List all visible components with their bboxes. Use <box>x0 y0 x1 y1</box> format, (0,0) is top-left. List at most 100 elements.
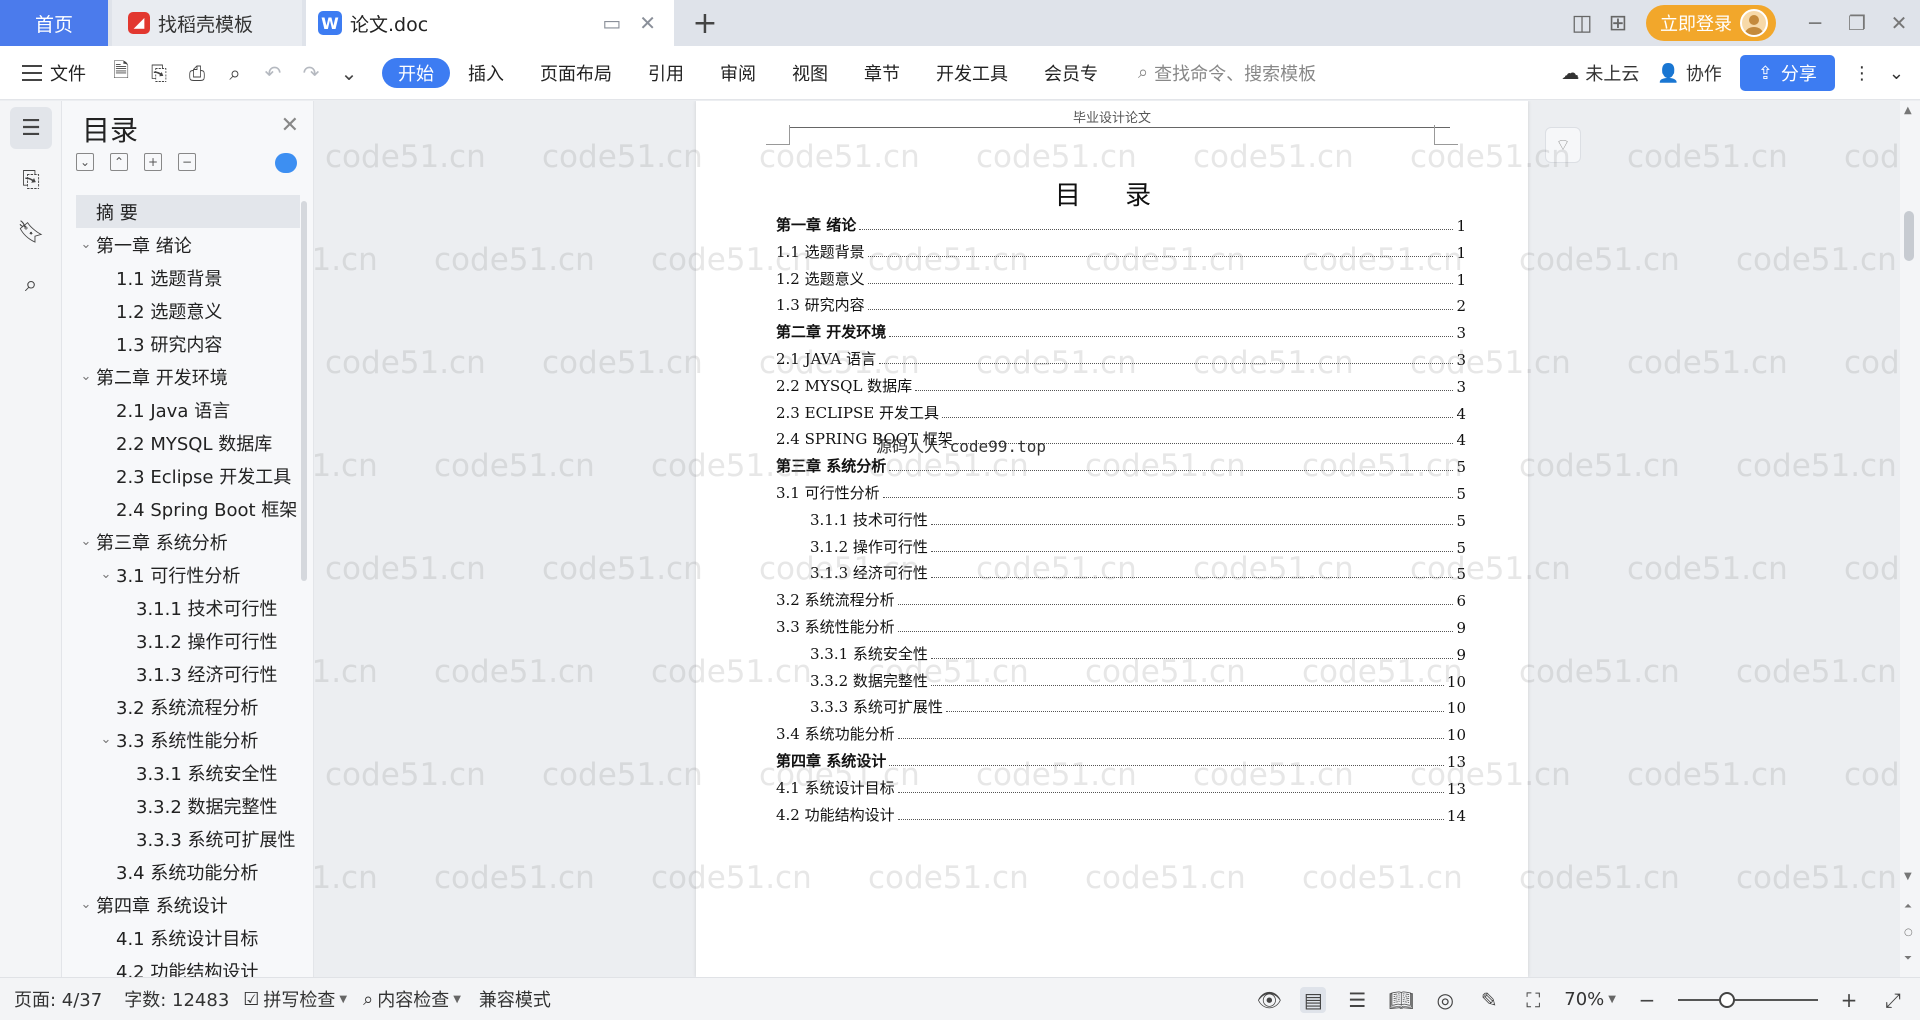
toc-entry[interactable]: 2.1 JAVA 语言 3 <box>776 345 1466 369</box>
toc-entry[interactable]: 4.1 系统设计目标 13 <box>776 774 1466 798</box>
menu-item[interactable]: 章节 <box>846 58 918 88</box>
tab-document[interactable]: W 论文.doc ▭ ✕ <box>306 0 674 46</box>
undo-icon[interactable]: ↶ <box>260 60 286 86</box>
collapse-all-icon[interactable]: ⌃ <box>110 153 128 171</box>
document-scrollbar[interactable]: ▲ ▼ ⏶ ○ ⏷ <box>1900 101 1920 977</box>
word-count[interactable]: 字数: 12483 <box>124 986 229 1012</box>
page-view-icon[interactable]: ▤ <box>1300 986 1327 1013</box>
spellcheck-button[interactable]: ☑ 拼写检查 ▼ <box>243 986 347 1012</box>
toc-entry[interactable]: 4.2 功能结构设计 14 <box>776 801 1466 825</box>
web-view-icon[interactable]: ◎ <box>1432 987 1458 1013</box>
toc-entry[interactable]: 1.1 选题背景 1 <box>776 238 1466 262</box>
scroll-thumb[interactable] <box>1904 211 1914 261</box>
toc-panel-item[interactable]: 2.3 Eclipse 开发工具 <box>76 459 300 492</box>
prev-page-icon[interactable]: ⏶ <box>1904 901 1912 912</box>
toc-panel-item[interactable]: 1.1 选题背景 <box>76 261 300 294</box>
toc-entry[interactable]: 2.2 MYSQL 数据库 3 <box>776 372 1466 396</box>
toc-panel-item[interactable]: 1.2 选题意义 <box>76 294 300 327</box>
document-area[interactable]: 毕业设计论文 目 录 第一章 绪论 1 1.1 选题背景 1 1.2 选题意义 1 1.3 … <box>315 101 1900 977</box>
toc-entry[interactable]: 3.2 系统流程分析 6 <box>776 586 1466 610</box>
zoom-slider-knob[interactable] <box>1719 991 1735 1008</box>
reading-view-icon[interactable]: 📖︎ <box>1388 987 1414 1013</box>
page-indicator[interactable]: 页面: 4/37 <box>14 986 102 1012</box>
toc-panel-item[interactable]: ⌄ 第一章 绪论 <box>76 228 300 261</box>
tab-home[interactable]: 首页 <box>0 0 108 46</box>
ai-assistant-icon[interactable] <box>275 153 297 173</box>
toc-entry[interactable]: 3.1.2 操作可行性 5 <box>776 533 1466 557</box>
toc-entry[interactable]: 3.1.1 技术可行性 5 <box>776 506 1466 530</box>
menu-item[interactable]: 插入 <box>450 58 522 88</box>
toc-entry[interactable]: 第二章 开发环境 3 <box>776 318 1466 342</box>
toc-panel-item[interactable]: 摘 要 <box>76 195 300 228</box>
chevron-down-icon[interactable]: ⌄ <box>76 237 96 252</box>
toc-entry[interactable]: 3.3.3 系统可扩展性 10 <box>776 693 1466 717</box>
save-icon[interactable]: 🗎 <box>108 58 134 86</box>
fit-page-icon[interactable]: ⛶ <box>1520 987 1546 1013</box>
command-search[interactable]: ⌕ 查找命令、搜索模板 <box>1138 60 1316 86</box>
login-button[interactable]: 立即登录 <box>1646 5 1776 41</box>
toc-panel-item[interactable]: 2.2 MYSQL 数据库 <box>76 426 300 459</box>
toc-panel-item[interactable]: 3.1.2 操作可行性 <box>76 624 300 657</box>
toc-entry[interactable]: 3.3.2 数据完整性 10 <box>776 667 1466 691</box>
toc-entry[interactable]: 3.4 系统功能分析 10 <box>776 720 1466 744</box>
chevron-down-icon[interactable]: ⌄ <box>96 732 116 747</box>
eye-protection-icon[interactable]: 👁 <box>1256 987 1282 1013</box>
toc-panel-item[interactable]: 2.4 Spring Boot 框架 <box>76 492 300 525</box>
toc-panel-item[interactable]: ⌄ 第二章 开发环境 <box>76 360 300 393</box>
toc-panel-item[interactable]: 3.2 系统流程分析 <box>76 690 300 723</box>
scroll-up-icon[interactable]: ▲ <box>1904 105 1912 116</box>
toc-entry[interactable]: 1.2 选题意义 1 <box>776 265 1466 289</box>
print-preview-icon[interactable]: ⌕ <box>222 60 248 86</box>
toc-panel-item[interactable]: 3.1.3 经济可行性 <box>76 657 300 690</box>
toc-entry[interactable]: 3.3.1 系统安全性 9 <box>776 640 1466 664</box>
menu-item[interactable]: 页面布局 <box>522 58 630 88</box>
toc-entry[interactable]: 2.3 ECLIPSE 开发工具 4 <box>776 399 1466 423</box>
menu-item[interactable]: 开始 <box>382 57 450 88</box>
chevron-down-icon[interactable]: ⌄ <box>96 567 116 582</box>
restore-icon[interactable]: ❐ <box>1836 0 1878 46</box>
new-tab-button[interactable]: + <box>690 0 720 46</box>
content-check-button[interactable]: ⌕ 内容检查 ▼ <box>363 986 461 1012</box>
chevron-down-icon[interactable]: ⌄ <box>76 534 96 549</box>
toc-panel-item[interactable]: 3.1.1 技术可行性 <box>76 591 300 624</box>
outline-view-icon[interactable]: ☰ <box>1344 987 1370 1013</box>
menu-item[interactable]: 会员专 <box>1026 58 1116 88</box>
chevron-down-icon[interactable]: ⌄ <box>76 897 96 912</box>
toc-panel-item[interactable]: ⌄ 3.3 系统性能分析 <box>76 723 300 756</box>
customize-dropdown-icon[interactable]: ⌄ <box>336 60 362 86</box>
scroll-down-icon[interactable]: ▼ <box>1904 871 1912 882</box>
toc-panel-item[interactable]: 3.3.1 系统安全性 <box>76 756 300 789</box>
next-page-icon[interactable]: ⏷ <box>1904 953 1912 964</box>
tab-template[interactable]: ◢ 找稻壳模板 <box>112 0 302 46</box>
menu-item[interactable]: 引用 <box>630 58 702 88</box>
select-browse-icon[interactable]: ○ <box>1904 927 1913 938</box>
toc-panel-item[interactable]: ⌄ 3.1 可行性分析 <box>76 558 300 591</box>
toc-entry[interactable]: 3.1 可行性分析 5 <box>776 479 1466 503</box>
toc-entry[interactable]: 3.1.3 经济可行性 5 <box>776 559 1466 583</box>
export-pdf-icon[interactable]: ⎘ <box>146 60 172 86</box>
redo-icon[interactable]: ↷ <box>298 60 324 86</box>
toc-entry[interactable]: 第一章 绪论 1 <box>776 211 1466 235</box>
zoom-out-icon[interactable]: − <box>1634 987 1660 1013</box>
toc-entry[interactable]: 3.3 系统性能分析 9 <box>776 613 1466 637</box>
chevron-down-icon[interactable]: ⌄ <box>76 369 96 384</box>
zoom-in-icon[interactable]: + <box>1836 987 1862 1013</box>
toc-panel-item[interactable]: ⌄ 第四章 系统设计 <box>76 888 300 921</box>
menu-item[interactable]: 视图 <box>774 58 846 88</box>
bookmark-icon[interactable]: 🔖︎ <box>10 211 52 253</box>
close-icon[interactable]: ✕ <box>281 113 299 138</box>
navigation-icon[interactable]: ⎘ <box>10 159 52 201</box>
toc-panel-item[interactable]: 4.2 功能结构设计 <box>76 954 300 978</box>
expand-all-icon[interactable]: ⌄ <box>76 153 94 171</box>
toc-entry[interactable]: 1.3 研究内容 2 <box>776 291 1466 315</box>
file-menu-button[interactable]: 文件 <box>22 60 86 86</box>
pen-icon[interactable]: ✎ <box>1476 987 1502 1013</box>
toc-panel-item[interactable]: 4.1 系统设计目标 <box>76 921 300 954</box>
menu-item[interactable]: 审阅 <box>702 58 774 88</box>
toc-panel-item[interactable]: 2.1 Java 语言 <box>76 393 300 426</box>
document-page[interactable]: 毕业设计论文 目 录 第一章 绪论 1 1.1 选题背景 1 1.2 选题意义 1 1.3 … <box>696 101 1528 977</box>
add-heading-icon[interactable]: + <box>144 153 162 171</box>
menu-item[interactable]: 开发工具 <box>918 58 1026 88</box>
cloud-status-button[interactable]: ☁ 未上云 <box>1561 60 1639 86</box>
page-options-icon[interactable]: ⌔ <box>1545 127 1581 163</box>
